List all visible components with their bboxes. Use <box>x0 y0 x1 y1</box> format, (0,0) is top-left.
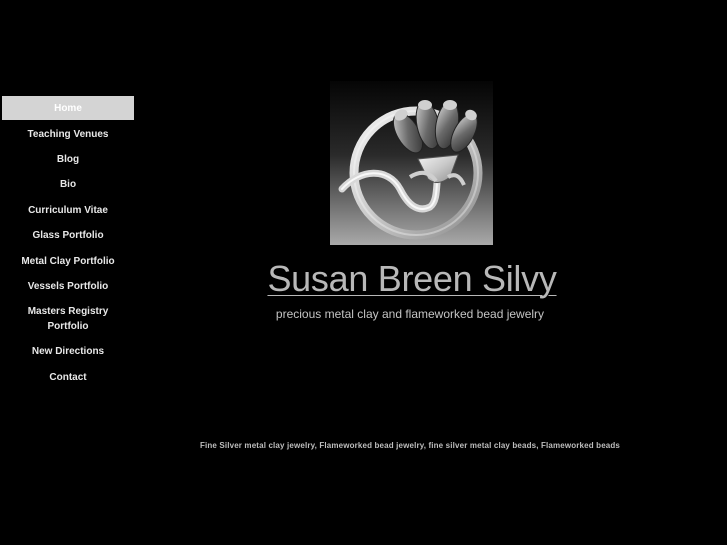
nav-item-curriculum-vitae[interactable]: Curriculum Vitae <box>2 198 134 223</box>
site-title-link[interactable]: Susan Breen Silvy <box>256 258 568 300</box>
site-tagline: precious metal clay and flameworked bead… <box>275 307 545 321</box>
nav-item-label: Vessels Portfolio <box>27 280 109 292</box>
footer-keywords: Fine Silver metal clay jewelry, Flamewor… <box>199 441 621 450</box>
nav-item-label: Contact <box>49 371 87 383</box>
nav-item-glass-portfolio[interactable]: Glass Portfolio <box>2 223 134 248</box>
logo-image <box>330 81 493 245</box>
nav-item-home[interactable]: Home <box>2 96 134 120</box>
nav-item-label: New Directions <box>31 346 105 358</box>
page: Home Teaching Venues Blog Bio Curriculum… <box>0 0 727 545</box>
nav-item-teaching-venues[interactable]: Teaching Venues <box>2 121 134 146</box>
nav-item-label: Blog <box>56 153 80 165</box>
nav-item-label: Masters Registry Portfolio <box>27 306 109 333</box>
nav-item-label: Home <box>54 102 82 114</box>
nav-item-label: Metal Clay Portfolio <box>21 255 115 267</box>
nav-item-metal-clay-portfolio[interactable]: Metal Clay Portfolio <box>2 248 134 273</box>
nav-item-bio[interactable]: Bio <box>2 172 134 197</box>
nav-list: Home Teaching Venues Blog Bio Curriculum… <box>2 96 134 390</box>
nav-item-masters-registry-portfolio[interactable]: Masters Registry Portfolio <box>2 299 134 339</box>
nav-item-vessels-portfolio[interactable]: Vessels Portfolio <box>2 274 134 299</box>
nav-item-label: Glass Portfolio <box>32 230 104 242</box>
nav-item-blog[interactable]: Blog <box>2 147 134 172</box>
nav-item-label: Curriculum Vitae <box>28 204 108 216</box>
nav-item-new-directions[interactable]: New Directions <box>2 339 134 364</box>
nav-item-label: Teaching Venues <box>27 128 109 140</box>
nav-item-contact[interactable]: Contact <box>2 365 134 390</box>
nav-item-label: Bio <box>59 179 77 191</box>
